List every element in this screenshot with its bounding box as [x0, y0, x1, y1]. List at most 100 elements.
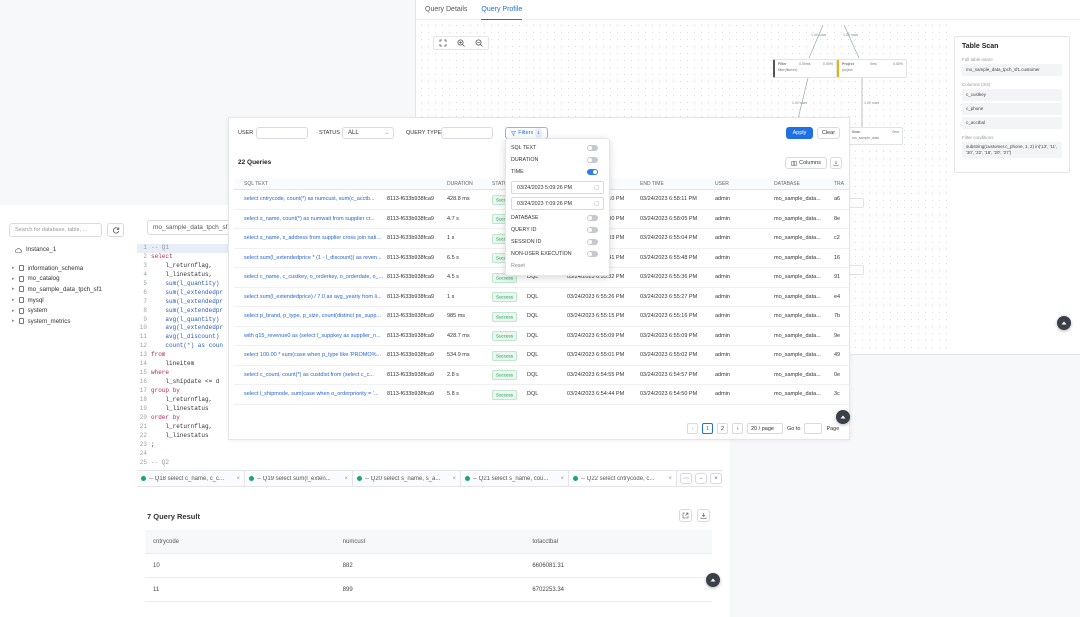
filter-option-label: QUERY ID	[511, 227, 537, 233]
table-row[interactable]: select l_shipmode, sum(case when o_order…	[234, 385, 849, 405]
tree-item-database[interactable]: ▸ system_metrics	[12, 316, 127, 327]
tree-item-database[interactable]: ▸ system	[12, 305, 127, 316]
instance-item[interactable]: Instance_1	[15, 246, 56, 253]
scroll-top-button[interactable]	[836, 410, 850, 424]
toggle-switch[interactable]	[587, 215, 598, 221]
close-icon[interactable]: ×	[710, 473, 722, 484]
filter-option[interactable]: DURATION	[511, 154, 604, 166]
tree-item-database[interactable]: ▸ mo_catalog	[12, 274, 127, 285]
sql-text-link[interactable]: with q15_revenue0 as (select l_suppkey a…	[244, 327, 384, 346]
code-line: 1 -- Q1	[137, 244, 230, 253]
db-search-input[interactable]: Search for database, table, ...	[9, 223, 102, 237]
table-cell: admin	[715, 215, 730, 222]
column-header[interactable]: USER	[715, 178, 770, 190]
result-row: 11 899 6702253.34	[145, 578, 712, 602]
sql-text-link[interactable]: select 100.00 * sum(case when p_type lik…	[244, 346, 384, 365]
table-row[interactable]: select sum(l_extendedprice) / 7.0 as avg…	[234, 288, 849, 307]
sql-text-link[interactable]: select c_count, count(*) as custdist fro…	[244, 366, 384, 385]
column-header[interactable]: DATABASE	[774, 178, 832, 190]
chevron-right-icon: ▸	[12, 286, 15, 293]
column-header[interactable]: END TIME	[640, 178, 710, 190]
sql-text-link[interactable]: select l_shipmode, sum(case when o_order…	[244, 385, 384, 404]
query-tab[interactable]: -- Q20 select s_name, s_a... ×	[353, 471, 461, 486]
date-to-input[interactable]: 03/24/2023 7:09:26 PM ▢	[511, 197, 604, 210]
sql-text-link[interactable]: select cntrycode, count(*) as numcust, s…	[244, 190, 384, 209]
open-result-button[interactable]	[679, 509, 692, 522]
plan-node[interactable]: Project 0ms 0.00% project	[837, 59, 907, 78]
sql-text-link[interactable]: select sum(l_extendedprice) / 7.0 as avg…	[244, 288, 384, 307]
close-icon[interactable]: ×	[668, 476, 672, 482]
status-select[interactable]: ALL ⌄	[342, 127, 394, 139]
close-icon[interactable]: ×	[236, 476, 240, 482]
toggle-switch[interactable]	[587, 251, 598, 257]
filter-option[interactable]: SESSION ID	[511, 236, 604, 248]
arrow-up-icon	[710, 578, 716, 582]
database-name: system_metrics	[27, 317, 71, 325]
table-cell: 03/24/2023 6:55:04 PM	[640, 235, 698, 241]
user-input[interactable]	[256, 127, 308, 139]
sql-text-link[interactable]: select p_brand, p_type, p_size, count(di…	[244, 307, 384, 326]
close-icon[interactable]: ×	[344, 476, 348, 482]
sql-text-link[interactable]: select c_name, c_custkey, o_orderkey, o_…	[244, 268, 384, 287]
filter-option[interactable]: TIME	[511, 166, 604, 178]
scroll-top-button[interactable]	[1057, 316, 1071, 330]
sql-text-link[interactable]: select s_name, count(*) as numwait from …	[244, 210, 384, 229]
apply-button[interactable]: Apply	[786, 127, 813, 139]
date-from-input[interactable]: 03/24/2023 5:09:26 PM ▢	[511, 181, 604, 194]
table-cell: 985 ms	[447, 313, 466, 319]
goto-input[interactable]	[804, 423, 823, 434]
clear-button[interactable]: Clear	[817, 127, 840, 139]
table-row[interactable]: select 100.00 * sum(case when p_type lik…	[234, 346, 849, 366]
minimize-icon[interactable]: −	[695, 473, 707, 484]
columns-button[interactable]: Columns	[785, 157, 827, 169]
download-result-button[interactable]	[697, 509, 710, 522]
db-select[interactable]: mo_sample_data_tpch_sf1	[147, 220, 237, 235]
more-icon[interactable]: ⋯	[680, 473, 692, 484]
filter-option[interactable]: SQL TEXT	[511, 142, 604, 154]
code-text: ;	[151, 440, 155, 448]
filter-option[interactable]: NON-USER EXECUTION	[511, 248, 604, 260]
code-text: group by	[151, 387, 180, 394]
page-2[interactable]: 2	[717, 423, 728, 434]
query-tab[interactable]: -- Q18 select c_name, c_c... ×	[137, 471, 245, 486]
column-header[interactable]: SQL TEXT	[244, 178, 384, 190]
tree-item-database[interactable]: ▸ mysql	[12, 295, 127, 306]
filter-option[interactable]: DATABASE	[511, 212, 604, 224]
plan-node[interactable]: Scan 0ms mo_sample_data	[848, 127, 903, 145]
column-header[interactable]: TRA	[834, 178, 849, 190]
query-tab-label: -- Q18 select c_name, c_c...	[149, 475, 225, 482]
prev-page-icon[interactable]: ‹	[687, 423, 698, 434]
sql-text-link[interactable]: select s_name, s_address from supplier c…	[244, 229, 384, 248]
query-type-input[interactable]	[441, 127, 493, 139]
export-button[interactable]	[830, 157, 842, 169]
refresh-button[interactable]	[107, 223, 124, 237]
tree-item-database[interactable]: ▸ information_schema	[12, 263, 127, 274]
table-row[interactable]: select c_count, count(*) as custdist fro…	[234, 366, 849, 385]
table-cell: 03/24/2023 6:55:09 PM	[567, 332, 625, 339]
table-row[interactable]: with q15_revenue0 as (select l_suppkey a…	[234, 327, 849, 346]
scroll-top-button[interactable]	[706, 573, 720, 587]
next-page-icon[interactable]: ›	[732, 423, 743, 434]
toggle-switch[interactable]	[587, 169, 598, 175]
toggle-switch[interactable]	[587, 227, 598, 233]
query-tab[interactable]: -- Q19 select sum(l_exten... ×	[245, 471, 353, 486]
reset-link[interactable]: Reset	[506, 260, 609, 269]
close-icon[interactable]: ×	[560, 476, 564, 482]
columns-label: Columns	[799, 160, 821, 166]
query-tab[interactable]: -- Q22 select cntrycode, c... ×	[569, 471, 677, 486]
toggle-switch[interactable]	[587, 157, 598, 163]
toggle-switch[interactable]	[587, 239, 598, 245]
page-1[interactable]: 1	[702, 423, 713, 434]
close-icon[interactable]: ×	[452, 476, 456, 482]
sql-text-link[interactable]: select sum(l_extendedprice * (1 - l_disc…	[244, 249, 384, 268]
plan-node[interactable]: Filter 0.00ms 0.00% filter(filtered)	[773, 59, 837, 78]
tree-item-database[interactable]: ▸ mo_sample_data_tpch_sf1	[12, 284, 127, 295]
code-line: 10 avg(l_extendedpr	[137, 324, 230, 333]
column-header[interactable]: DURATION	[447, 178, 487, 190]
toggle-switch[interactable]	[587, 145, 598, 151]
code-area[interactable]: 1 -- Q1 2 select 3 l_returnflag, 4 l_linestat…	[137, 244, 230, 469]
table-row[interactable]: select p_brand, p_type, p_size, count(di…	[234, 307, 849, 327]
filter-option[interactable]: QUERY ID	[511, 224, 604, 236]
query-tab[interactable]: -- Q21 select s_name, cou... ×	[461, 471, 569, 486]
page-size-select[interactable]: 20 / page	[747, 423, 783, 434]
